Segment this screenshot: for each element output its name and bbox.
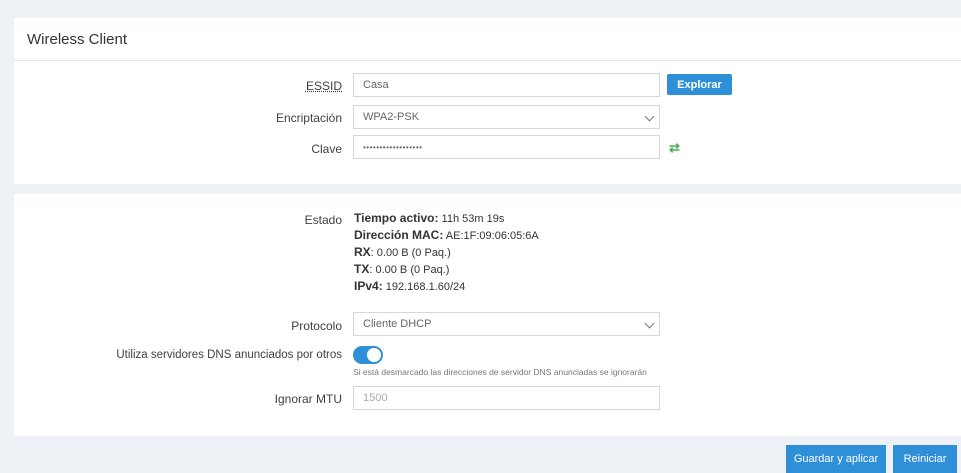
key-label: Clave [311,142,342,156]
encryption-value: WPA2-PSK [363,111,420,123]
save-apply-button[interactable]: Guardar y aplicar [786,445,886,473]
rx-label: RX [354,245,371,259]
tx-label: TX [354,262,370,276]
ipv4-label: IPv4: [354,279,383,293]
mtu-label: Ignorar MTU [274,392,342,406]
mtu-placeholder: 1500 [363,392,388,404]
essid-value: Casa [363,79,389,91]
mac-label: Dirección MAC: [354,228,444,242]
key-value: •••••••••••••••••• [363,142,423,152]
status-label: Estado [304,213,342,227]
dns-toggle[interactable] [353,346,383,364]
mac-value: AE:1F:09:06:05:6A [445,230,539,242]
panel-title: Wireless Client [14,18,961,61]
ipv4-value: 192.168.1.60/24 [385,281,466,293]
essid-input[interactable]: Casa [353,73,660,97]
status-block: Tiempo activo: 11h 53m 19s Dirección MAC… [354,210,539,295]
explore-button[interactable]: Explorar [667,74,732,95]
chevron-down-icon [644,318,655,329]
mtu-input[interactable]: 1500 [353,386,660,410]
protocol-value: Cliente DHCP [363,318,432,330]
tx-value: : 0.00 B (0 Paq.) [369,264,450,276]
encryption-select[interactable]: WPA2-PSK [353,105,660,129]
uptime-label: Tiempo activo: [354,211,439,225]
uptime-value: 11h 53m 19s [441,213,505,225]
key-input[interactable]: •••••••••••••••••• [353,135,660,159]
protocol-label: Protocolo [291,319,342,333]
wireless-client-panel: Wireless Client [14,18,961,184]
refresh-icon[interactable]: ⇄ [669,140,680,156]
essid-label: ESSID [305,79,342,93]
encryption-label: Encriptación [275,111,342,125]
rx-value: : 0.00 B (0 Paq.) [370,247,451,259]
dns-hint: Si está desmarcado las direcciones de se… [353,367,647,377]
protocol-select[interactable]: Cliente DHCP [353,312,660,336]
dns-label: Utiliza servidores DNS anunciados por ot… [116,349,342,361]
restart-button[interactable]: Reiniciar [893,445,957,473]
toggle-knob [367,348,381,362]
chevron-down-icon [644,111,655,122]
